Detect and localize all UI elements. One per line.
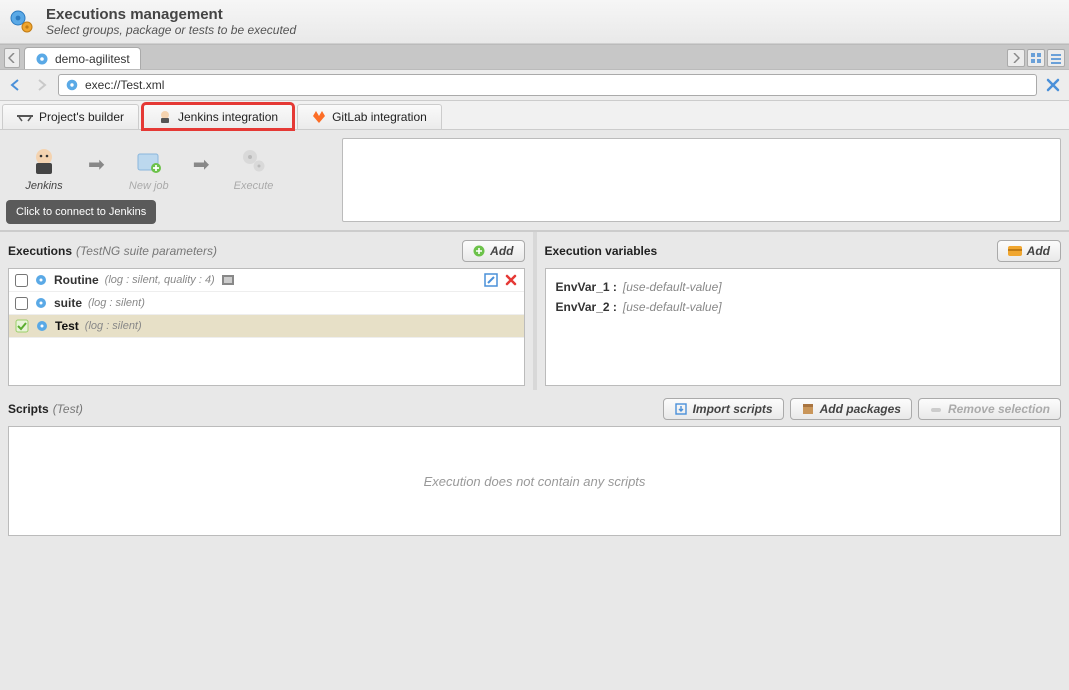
gear-icon — [34, 296, 48, 310]
wf-step-execute[interactable]: Execute — [224, 144, 284, 192]
card-icon — [1008, 245, 1022, 257]
nav-back[interactable] — [6, 75, 26, 95]
import-icon — [674, 402, 688, 416]
scripts-title: Scripts(Test) — [8, 402, 83, 416]
wf-step-newjob[interactable]: New job — [119, 144, 179, 192]
tab-gitlab-integration[interactable]: GitLab integration — [297, 104, 442, 129]
builder-icon — [17, 111, 33, 123]
arrow-icon: ➡ — [88, 144, 105, 177]
wf-step-jenkins[interactable]: Jenkins — [14, 144, 74, 192]
execution-row[interactable]: Routine (log : silent, quality : 4) — [9, 269, 524, 292]
nav-bar: exec://Test.xml — [0, 70, 1069, 101]
integration-subtabs: Project's builder Jenkins integration Gi… — [0, 101, 1069, 130]
gear-icon — [35, 319, 49, 333]
row-checkbox[interactable] — [15, 274, 28, 287]
variables-title: Execution variables — [545, 244, 658, 258]
tab-projects-builder[interactable]: Project's builder — [2, 104, 139, 129]
gear-icon — [35, 52, 49, 66]
jenkins-icon — [27, 144, 61, 178]
package-icon — [801, 402, 815, 416]
workflow-steps: Jenkins ➡ New job ➡ Execute Click to con… — [8, 138, 290, 222]
url-field[interactable]: exec://Test.xml — [58, 74, 1037, 96]
erase-icon — [929, 402, 943, 416]
preview-box — [342, 138, 1061, 222]
tab-jenkins-integration[interactable]: Jenkins integration — [143, 104, 293, 129]
row-checkbox[interactable] — [15, 297, 28, 310]
execution-row[interactable]: suite (log : silent) — [9, 292, 524, 315]
film-icon — [221, 273, 235, 287]
page-title: Executions management — [46, 6, 296, 23]
nav-forward[interactable] — [32, 75, 52, 95]
tile-view-icon[interactable] — [1027, 49, 1045, 67]
gear-icon — [65, 78, 79, 92]
tabs-scroll-right[interactable] — [1007, 49, 1025, 67]
import-scripts-button[interactable]: Import scripts — [663, 398, 784, 420]
executions-title: Executions(TestNG suite parameters) — [8, 244, 217, 258]
execution-row[interactable]: Test (log : silent) — [9, 315, 524, 338]
tab-bar: demo-agilitest — [0, 44, 1069, 70]
workflow-area: Jenkins ➡ New job ➡ Execute Click to con… — [0, 130, 1069, 231]
gear-icon — [34, 273, 48, 287]
tab-demo-agilitest[interactable]: demo-agilitest — [24, 47, 141, 69]
add-packages-button[interactable]: Add packages — [790, 398, 912, 420]
app-icon — [8, 8, 36, 36]
scripts-section: Scripts(Test) Import scripts Add package… — [0, 390, 1069, 544]
tabs-scroll-left[interactable] — [4, 48, 20, 68]
jenkins-icon — [158, 110, 172, 124]
url-text: exec://Test.xml — [85, 78, 164, 92]
list-view-icon[interactable] — [1047, 49, 1065, 67]
arrow-icon: ➡ — [193, 144, 210, 177]
plus-icon — [473, 245, 485, 257]
gitlab-icon — [312, 110, 326, 124]
package-add-icon — [132, 144, 166, 178]
variable-row[interactable]: EnvVar_1 : [use-default-value] — [556, 277, 1051, 297]
check-icon — [15, 319, 29, 333]
tab-label: demo-agilitest — [55, 52, 130, 66]
remove-selection-button[interactable]: Remove selection — [918, 398, 1061, 420]
close-icon[interactable] — [1043, 75, 1063, 95]
tooltip: Click to connect to Jenkins — [6, 200, 156, 224]
scripts-empty-text: Execution does not contain any scripts — [424, 474, 646, 489]
execution-list: Routine (log : silent, quality : 4) suit… — [8, 268, 525, 386]
variables-panel: Execution variables Add EnvVar_1 : [use-… — [533, 232, 1069, 390]
add-execution-button[interactable]: Add — [462, 240, 524, 262]
add-variable-button[interactable]: Add — [997, 240, 1061, 262]
gears-icon — [237, 144, 271, 178]
delete-icon[interactable] — [504, 273, 518, 287]
app-header: Executions management Select groups, pac… — [0, 0, 1069, 44]
variable-list: EnvVar_1 : [use-default-value] EnvVar_2 … — [545, 268, 1062, 386]
executions-panel: Executions(TestNG suite parameters) Add … — [0, 232, 533, 390]
variable-row[interactable]: EnvVar_2 : [use-default-value] — [556, 297, 1051, 317]
scripts-empty-box: Execution does not contain any scripts — [8, 426, 1061, 536]
page-subtitle: Select groups, package or tests to be ex… — [46, 23, 296, 37]
edit-icon[interactable] — [484, 273, 498, 287]
